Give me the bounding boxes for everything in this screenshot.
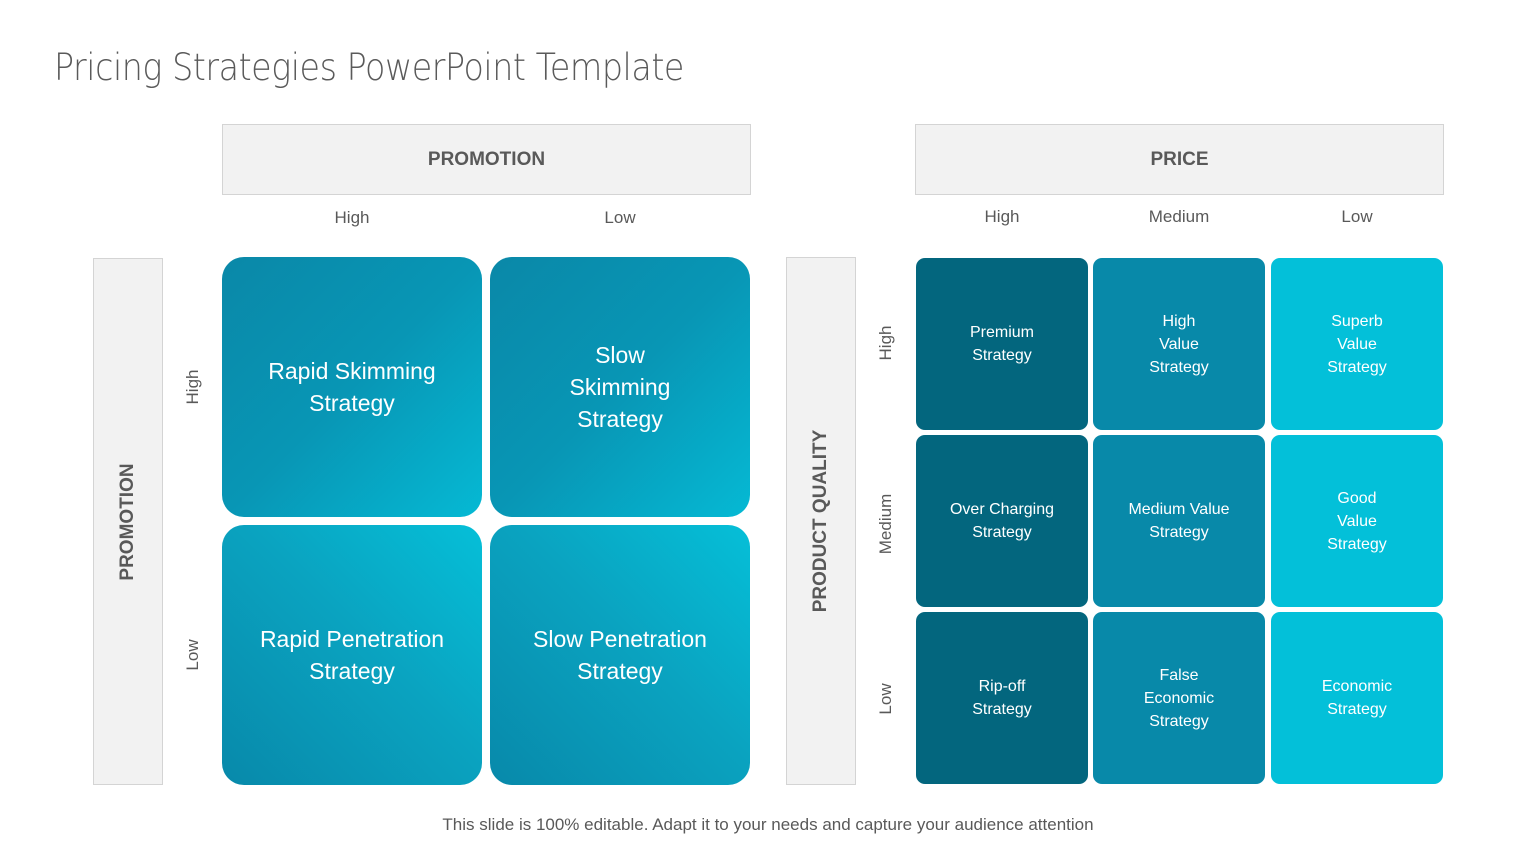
promotion-row-label-high: High <box>183 369 202 405</box>
cell-medium-value: Medium Value Strategy <box>1093 435 1265 607</box>
promotion-row-label-low: Low <box>183 639 202 671</box>
cell-over-charging: Over Charging Strategy <box>916 435 1088 607</box>
cell-slow-penetration: Slow Penetration Strategy <box>490 525 750 785</box>
cell-rapid-skimming: Rapid Skimming Strategy <box>222 257 482 517</box>
cell-slow-skimming: Slow Skimming Strategy <box>490 257 750 517</box>
cell-high-value: High Value Strategy <box>1093 258 1265 430</box>
promotion-top-header: PROMOTION <box>222 124 751 195</box>
cell-premium: Premium Strategy <box>916 258 1088 430</box>
quality-row-label-low: Low <box>876 683 895 715</box>
cell-rip-off: Rip-off Strategy <box>916 612 1088 784</box>
quality-row-label-medium: Medium <box>876 493 895 555</box>
price-col-label-medium: Medium <box>1148 207 1210 226</box>
cell-economic: Economic Strategy <box>1271 612 1443 784</box>
cell-good-value: Good Value Strategy <box>1271 435 1443 607</box>
cell-superb-value: Superb Value Strategy <box>1271 258 1443 430</box>
promotion-side-header: PROMOTION <box>93 258 163 785</box>
quality-row-label-high: High <box>876 325 895 361</box>
cell-false-economic: False Economic Strategy <box>1093 612 1265 784</box>
product-quality-side-header-text: PRODUCT QUALITY <box>810 429 831 613</box>
price-top-header: PRICE <box>915 124 1444 195</box>
footer-note: This slide is 100% editable. Adapt it to… <box>442 815 1094 834</box>
product-quality-side-header: PRODUCT QUALITY <box>786 257 856 785</box>
promotion-col-label-low: Low <box>604 208 636 227</box>
slide-title: Pricing Strategies PowerPoint Template <box>54 46 684 89</box>
promotion-col-label-high: High <box>334 208 370 227</box>
promotion-side-header-text: PROMOTION <box>117 462 138 581</box>
price-col-label-high: High <box>984 207 1020 226</box>
cell-rapid-penetration: Rapid Penetration Strategy <box>222 525 482 785</box>
price-col-label-low: Low <box>1341 207 1373 226</box>
